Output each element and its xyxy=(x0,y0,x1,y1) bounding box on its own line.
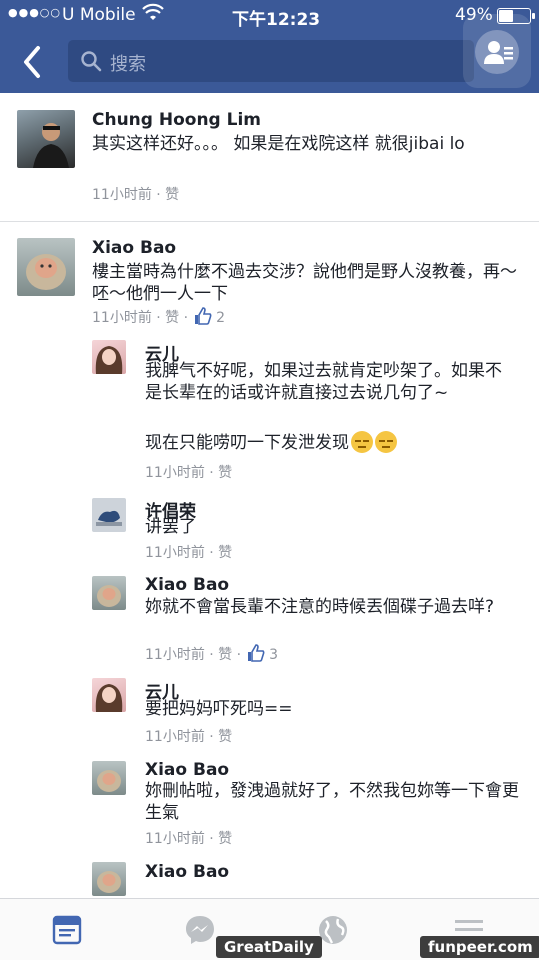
like-count: 2 xyxy=(216,310,225,326)
comment-author[interactable]: Xiao Bao xyxy=(92,238,176,258)
comment-text: 樓主當時為什麼不過去交涉？說他們是野人沒教養，再～呸～他們一人一下 xyxy=(92,262,517,304)
messenger-tab[interactable] xyxy=(183,913,217,947)
reply-text: 妳刪帖啦，發洩過就好了，不然我包妳等一下會更生氣 xyxy=(145,781,519,823)
comment-meta: 11小时前 · 赞 xyxy=(92,184,179,204)
friends-button[interactable] xyxy=(463,14,531,88)
pensive-emoji-icon xyxy=(375,431,397,453)
top-bar: ●●●○○ U Mobile 下午12:23 49% 搜索 xyxy=(0,0,539,93)
comment-text: 其实这样还好。。。 如果是在戏院这样 就很jibai lo xyxy=(92,134,465,154)
search-input[interactable]: 搜索 xyxy=(68,40,474,82)
avatar[interactable] xyxy=(92,761,126,795)
reply-text: 妳就不會當長輩不注意的時候丟個碟子過去咩? xyxy=(145,597,495,617)
pensive-emoji-icon xyxy=(351,431,373,453)
comment-author[interactable]: Chung Hoong Lim xyxy=(92,110,261,130)
avatar[interactable] xyxy=(92,678,126,712)
reply-text-second: 现在只能唠叨一下发泄发现 xyxy=(145,433,349,453)
reply-text: 讲罢了 xyxy=(145,517,196,537)
comment-meta: 11小时前 · 赞 · 2 xyxy=(92,307,225,329)
back-button[interactable] xyxy=(18,42,48,82)
divider xyxy=(0,221,539,222)
avatar[interactable] xyxy=(17,110,75,168)
wifi-icon xyxy=(142,3,164,27)
clock: 下午12:23 xyxy=(232,10,321,30)
reply-text: 要把妈妈吓死吗== xyxy=(145,699,293,719)
feed-icon xyxy=(52,915,82,945)
feed-tab[interactable] xyxy=(50,913,84,947)
reply-meta-text: 11小时前 · 赞 · xyxy=(145,647,242,663)
friends-icon xyxy=(475,30,519,74)
watermark-right: funpeer.com xyxy=(420,936,539,958)
avatar[interactable] xyxy=(92,862,126,896)
reply-meta: 11小时前 · 赞 xyxy=(145,465,233,481)
like-count: 3 xyxy=(269,647,278,663)
avatar[interactable] xyxy=(17,238,75,296)
status-bar: ●●●○○ U Mobile 下午12:23 49% xyxy=(0,0,539,30)
signal-strength: ●●●○○ xyxy=(8,6,61,19)
reply-author[interactable]: Xiao Bao xyxy=(145,862,229,882)
like-icon xyxy=(247,644,265,666)
comment-meta-text: 11小时前 · 赞 · xyxy=(92,310,189,326)
reply-meta: 11小时前 · 赞 xyxy=(145,831,233,847)
comment-meta-text: 11小时前 · 赞 xyxy=(92,187,180,203)
reply-meta: 11小时前 · 赞 xyxy=(145,545,233,561)
search-icon xyxy=(80,50,102,76)
messenger-icon xyxy=(186,916,214,944)
reply-text: 我脾气不好呢，如果过去就肯定吵架了。如果不是长辈在的话或许就直接过去说几句了~ xyxy=(145,361,502,403)
avatar[interactable] xyxy=(92,340,126,374)
like-icon xyxy=(194,307,212,329)
reply-author[interactable]: Xiao Bao xyxy=(145,575,229,595)
reply-text-line2: 现在只能唠叨一下发泄发现 xyxy=(145,431,515,454)
reply-meta: 11小时前 · 赞 xyxy=(145,729,233,745)
avatar[interactable] xyxy=(92,576,126,610)
watermark-left: GreatDaily xyxy=(216,936,322,958)
reply-author[interactable]: Xiao Bao xyxy=(145,760,229,780)
reply-meta: 11小时前 · 赞 · 3 xyxy=(145,644,278,666)
carrier-name: U Mobile xyxy=(62,5,136,25)
search-placeholder: 搜索 xyxy=(110,54,146,75)
avatar[interactable] xyxy=(92,498,126,532)
